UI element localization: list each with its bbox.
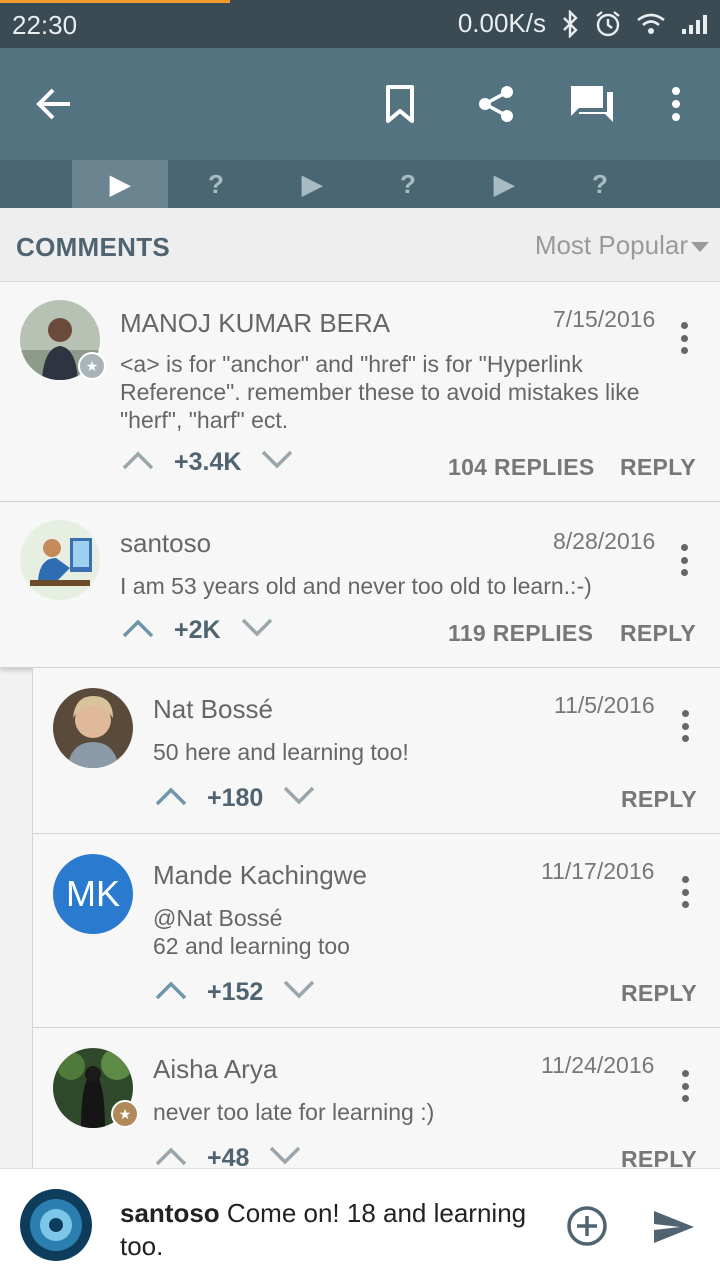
share-icon[interactable] [472, 80, 520, 128]
reply-to-mention: santoso [120, 1198, 220, 1228]
downvote-icon[interactable] [261, 450, 293, 475]
comment-text: I am 53 years old and never too old to l… [120, 573, 592, 599]
upvote-icon[interactable] [155, 980, 187, 1005]
vote-count: +2K [174, 616, 221, 644]
reply-button[interactable]: REPLY [620, 620, 696, 647]
downvote-icon[interactable] [283, 786, 315, 811]
comment-input-field[interactable]: santoso Come on! 18 and learning too. [120, 1197, 550, 1263]
lesson-step-1[interactable]: ▶ [72, 160, 168, 208]
comment-date: 8/28/2016 [553, 528, 656, 554]
comment-text: @Nat Bossé 62 and learning too [153, 904, 350, 959]
more-options-icon[interactable] [675, 1066, 695, 1106]
bluetooth-icon [560, 9, 580, 38]
add-attachment-icon[interactable] [566, 1205, 608, 1252]
comment-author[interactable]: Mande Kachingwe [153, 860, 367, 891]
reply-item: ★ Aisha Arya 11/24/2016 never too late f… [32, 1028, 720, 1172]
avatar[interactable] [53, 688, 133, 768]
vote-count: +3.4K [174, 448, 242, 476]
vote-count: +152 [207, 978, 264, 1006]
comments-icon[interactable] [568, 80, 616, 128]
lesson-step-bar: ▶ ? ▶ ? ▶ ? [0, 160, 720, 208]
upvote-icon[interactable] [155, 786, 187, 811]
more-options-icon[interactable] [674, 540, 694, 580]
comment-author[interactable]: santoso [120, 528, 211, 559]
loading-progress [0, 0, 230, 3]
alarm-icon [594, 10, 622, 38]
vote-controls: +180 [155, 784, 315, 813]
replies-count-link[interactable]: 119 REPLIES [448, 620, 593, 647]
status-bar: 22:30 0.00K/s [0, 0, 720, 48]
star-badge-icon: ★ [78, 352, 106, 380]
reply-item: Nat Bossé 11/5/2016 50 here and learning… [32, 668, 720, 834]
my-avatar [20, 1189, 92, 1261]
lesson-step-2[interactable]: ? [168, 160, 264, 208]
comment-text: never too late for learning :) [153, 1099, 435, 1125]
lesson-step-5[interactable]: ▶ [456, 160, 552, 208]
network-speed: 0.00K/s [457, 8, 546, 38]
comment-item: santoso 8/28/2016 I am 53 years old and … [0, 502, 720, 668]
downvote-icon[interactable] [241, 618, 273, 643]
mention-link[interactable]: @Nat Bossé [153, 904, 350, 932]
more-options-icon[interactable] [675, 706, 695, 746]
avatar[interactable]: ★ [53, 1048, 139, 1132]
sort-dropdown[interactable]: Most Popular [535, 230, 710, 261]
status-time: 22:30 [12, 10, 78, 40]
reply-item: MK Mande Kachingwe 11/17/2016 @Nat Bossé… [32, 834, 720, 1028]
comments-title: COMMENTS [16, 232, 171, 262]
more-vert-icon[interactable] [652, 80, 700, 128]
bookmark-icon[interactable] [376, 80, 424, 128]
comment-date: 7/15/2016 [553, 306, 656, 332]
send-icon[interactable] [652, 1209, 696, 1250]
comment-date: 11/24/2016 [541, 1052, 655, 1078]
back-arrow-icon[interactable] [30, 80, 78, 128]
wifi-icon [636, 12, 666, 36]
vote-controls: +2K [122, 616, 273, 645]
more-options-icon[interactable] [674, 318, 694, 358]
lesson-step-6[interactable]: ? [552, 160, 648, 208]
comment-author[interactable]: Aisha Arya [153, 1054, 277, 1085]
status-icons: 0.00K/s [458, 8, 710, 39]
comment-date: 11/17/2016 [541, 858, 655, 884]
dropdown-arrow-icon [690, 230, 710, 261]
upvote-icon[interactable] [122, 618, 154, 643]
app-bar [0, 48, 720, 160]
replies-count-link[interactable]: 104 REPLIES [448, 454, 594, 481]
downvote-icon[interactable] [283, 980, 315, 1005]
lesson-step-4[interactable]: ? [360, 160, 456, 208]
reply-button[interactable]: REPLY [621, 786, 697, 813]
avatar-initials: MK [66, 873, 120, 914]
reply-button[interactable]: REPLY [621, 980, 697, 1007]
comments-header: COMMENTS Most Popular [0, 208, 720, 282]
reply-button[interactable]: REPLY [620, 454, 696, 481]
comment-text: 50 here and learning too! [153, 739, 409, 765]
comment-input-bar: santoso Come on! 18 and learning too. [0, 1168, 720, 1280]
vote-count: +180 [207, 784, 264, 812]
signal-icon [680, 13, 710, 35]
comment-item: ★ MANOJ KUMAR BERA 7/15/2016 <a> is for … [0, 282, 720, 502]
comment-text: <a> is for "anchor" and "href" is for "H… [120, 351, 640, 433]
star-badge-icon: ★ [111, 1100, 139, 1128]
more-options-icon[interactable] [675, 872, 695, 912]
upvote-icon[interactable] [122, 450, 154, 475]
avatar[interactable] [20, 520, 104, 604]
comment-author[interactable]: MANOJ KUMAR BERA [120, 308, 390, 339]
avatar[interactable]: ★ [20, 300, 106, 384]
lesson-step-3[interactable]: ▶ [264, 160, 360, 208]
vote-controls: +152 [155, 978, 315, 1007]
comment-date: 11/5/2016 [554, 692, 655, 718]
avatar[interactable]: MK [53, 854, 133, 934]
vote-controls: +3.4K [122, 448, 293, 477]
comment-author[interactable]: Nat Bossé [153, 694, 273, 725]
sort-label: Most Popular [534, 230, 688, 260]
